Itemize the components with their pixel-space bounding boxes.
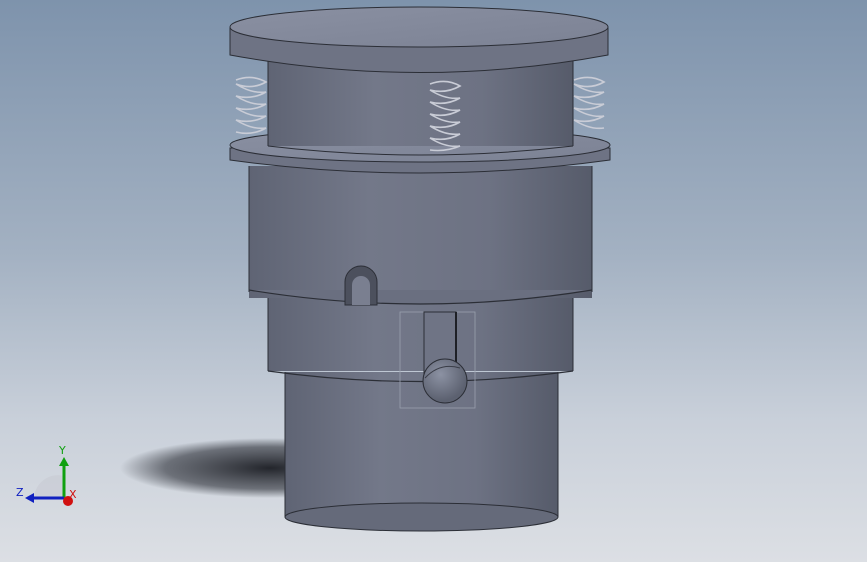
z-axis-arrow bbox=[25, 493, 34, 503]
3d-model-view[interactable] bbox=[0, 0, 867, 562]
inner-piston[interactable] bbox=[267, 60, 574, 156]
graphics-viewport[interactable]: Y Z X bbox=[0, 0, 867, 562]
coordinate-triad[interactable]: Y Z X bbox=[14, 440, 84, 515]
keyhole-slot[interactable] bbox=[344, 265, 378, 306]
spring-right[interactable] bbox=[573, 76, 606, 130]
z-axis-label: Z bbox=[16, 486, 24, 499]
y-axis-arrow bbox=[59, 457, 69, 466]
y-axis-label: Y bbox=[58, 444, 66, 457]
bottom-cylinder[interactable] bbox=[284, 372, 559, 532]
main-body-cylinder[interactable] bbox=[248, 166, 593, 305]
triad-plane bbox=[34, 475, 64, 498]
middle-cylinder[interactable] bbox=[267, 297, 574, 383]
top-cap[interactable] bbox=[229, 6, 609, 73]
spring-left[interactable] bbox=[235, 76, 268, 135]
x-axis-label: X bbox=[69, 488, 77, 501]
